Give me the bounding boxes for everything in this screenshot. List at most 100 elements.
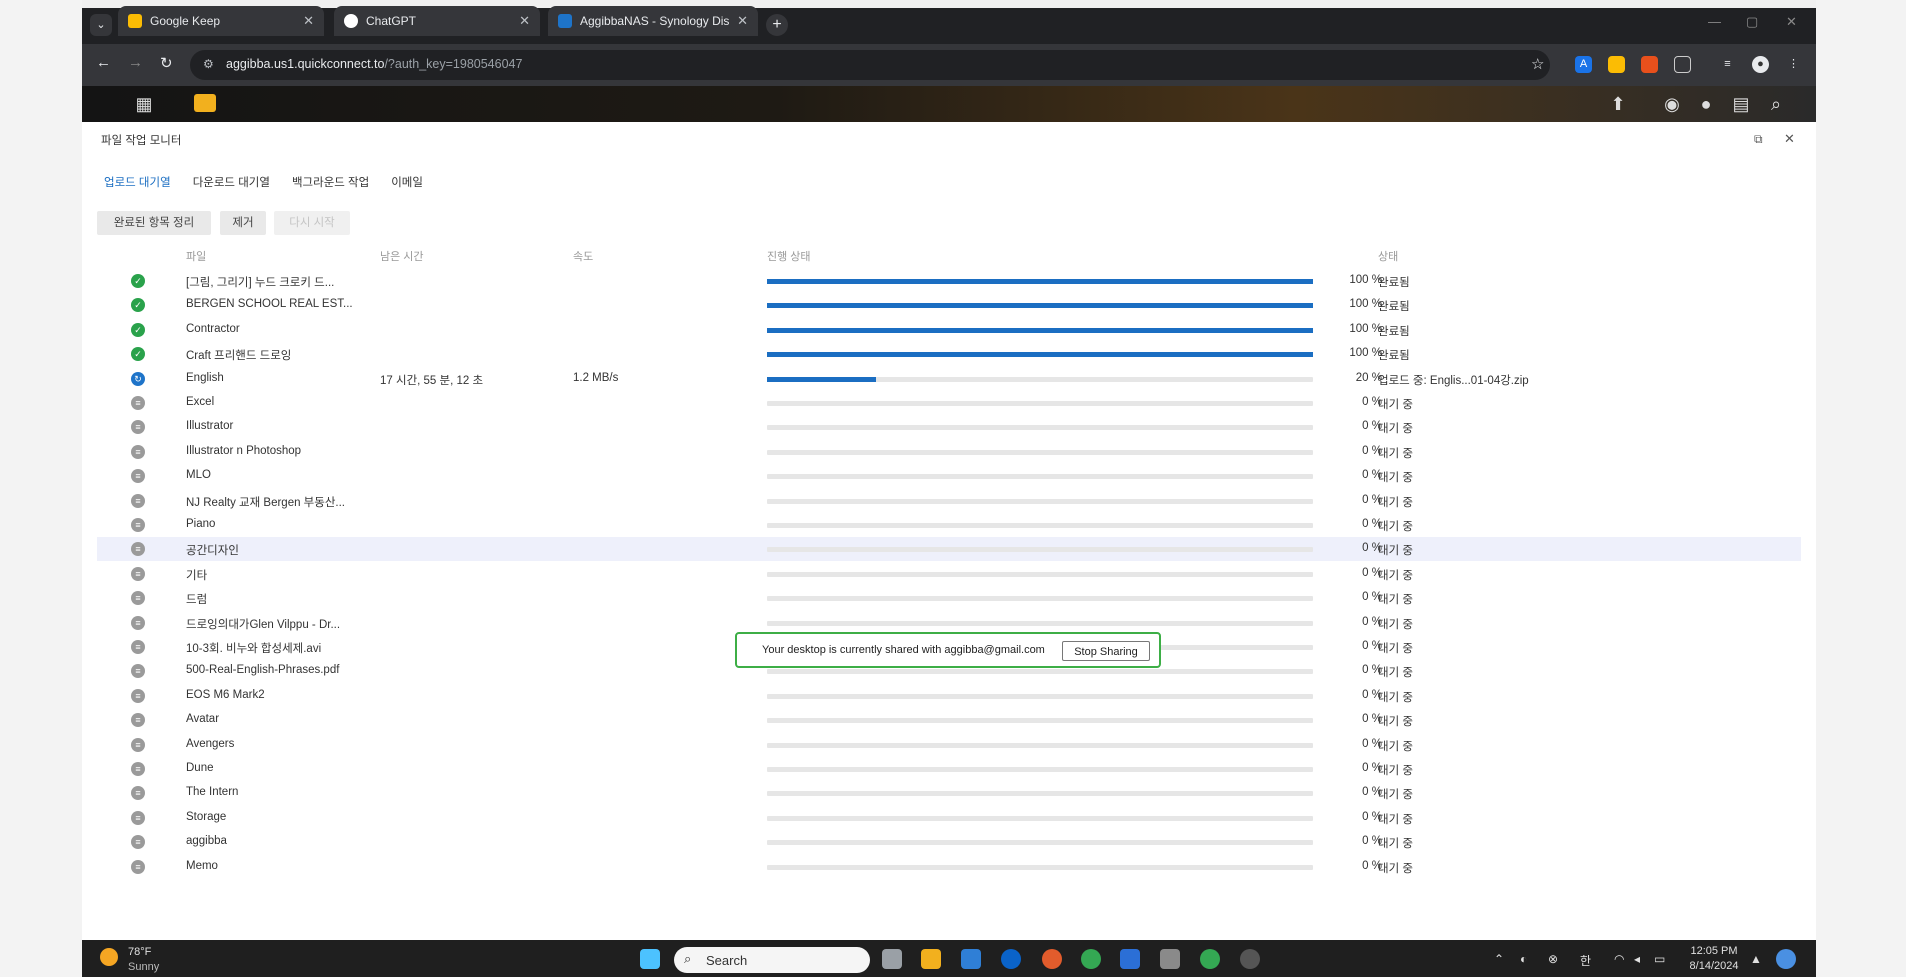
table-row[interactable]: ≡ MLO 0 % 대기 중 [97, 464, 1801, 488]
maximize-icon[interactable]: ▢ [1746, 14, 1758, 30]
profile-avatar[interactable]: ● [1752, 56, 1769, 73]
new-tab-button[interactable]: + [766, 14, 788, 36]
restore-icon[interactable]: ⧉ [1754, 132, 1763, 147]
chrome-icon[interactable] [1081, 949, 1101, 969]
tab-email[interactable]: 이메일 [391, 174, 423, 190]
app-icon[interactable] [1001, 949, 1021, 969]
window-close-icon[interactable]: ✕ [1786, 14, 1797, 30]
back-icon[interactable]: ← [96, 54, 111, 71]
ime-indicator[interactable]: 한 [1580, 952, 1591, 969]
user-icon[interactable]: ● [1694, 92, 1718, 116]
notification-icon[interactable]: ◉ [1660, 92, 1684, 116]
todo-icon[interactable] [1120, 949, 1140, 969]
column-time-left[interactable]: 남은 시간 [380, 248, 424, 264]
app-icon[interactable] [961, 949, 981, 969]
table-row[interactable]: ✓ Craft 프리핸드 드로잉 100 % 완료됨 [97, 342, 1801, 366]
table-row[interactable]: ≡ 드로잉의대가Glen Vilppu - Dr... 0 % 대기 중 [97, 611, 1801, 635]
table-row[interactable]: ≡ Illustrator n Photoshop 0 % 대기 중 [97, 440, 1801, 464]
table-row[interactable]: ≡ Memo 0 % 대기 중 [97, 855, 1801, 879]
widgets-icon[interactable]: ▤ [1729, 92, 1753, 116]
close-icon[interactable]: ✕ [519, 13, 530, 29]
table-row[interactable]: ≡ Excel 0 % 대기 중 [97, 391, 1801, 415]
main-menu-icon[interactable]: ▦ [132, 92, 156, 116]
file-station-icon[interactable] [194, 94, 216, 112]
tab-synology[interactable]: AggibbaNAS - Synology DiskSta ✕ [548, 6, 758, 36]
notification-bell-icon[interactable]: ▲ [1750, 952, 1762, 966]
table-row[interactable]: ✓ BERGEN SCHOOL REAL EST... 100 % 완료됨 [97, 293, 1801, 317]
clear-completed-button[interactable]: 완료된 항목 정리 [97, 211, 211, 235]
table-row[interactable]: ≡ 기타 0 % 대기 중 [97, 562, 1801, 586]
tab-background-tasks[interactable]: 백그라운드 작업 [292, 174, 369, 190]
forward-icon[interactable]: → [128, 54, 143, 71]
site-info-icon[interactable]: ⚙ [203, 57, 214, 71]
column-file[interactable]: 파일 [186, 248, 206, 264]
column-status[interactable]: 상태 [1378, 248, 1398, 264]
app-icon[interactable] [1160, 949, 1180, 969]
table-row[interactable]: ≡ Storage 0 % 대기 중 [97, 806, 1801, 830]
column-speed[interactable]: 속도 [573, 248, 593, 264]
upload-icon[interactable]: ⬆ [1606, 92, 1630, 116]
stop-sharing-button[interactable]: Stop Sharing [1062, 641, 1150, 661]
wifi-icon[interactable]: ◠ [1614, 952, 1624, 966]
tab-download-queue[interactable]: 다운로드 대기열 [193, 174, 270, 190]
status-text: 대기 중 [1378, 496, 1413, 509]
table-row[interactable]: ✓ Contractor 100 % 완료됨 [97, 318, 1801, 342]
table-row[interactable]: ≡ 드럼 0 % 대기 중 [97, 586, 1801, 610]
table-row[interactable]: ≡ Avatar 0 % 대기 중 [97, 708, 1801, 732]
search-icon[interactable]: ⌕ [1764, 92, 1788, 116]
app-icon[interactable] [1042, 949, 1062, 969]
table-row[interactable]: ↻ English 17 시간, 55 분, 12 초 1.2 MB/s 20 % 업로드… [97, 367, 1801, 391]
taskbar-search[interactable] [674, 947, 870, 973]
reading-list-icon[interactable]: ≡ [1719, 56, 1736, 73]
table-row[interactable]: ≡ NJ Realty 교재 Bergen 부동산... 0 % 대기 중 [97, 489, 1801, 513]
chrome-icon[interactable] [1200, 949, 1220, 969]
table-row[interactable]: ≡ EOS M6 Mark2 0 % 대기 중 [97, 684, 1801, 708]
table-row[interactable]: ≡ Avengers 0 % 대기 중 [97, 733, 1801, 757]
tray-chevron-icon[interactable]: ⌃ [1494, 952, 1504, 966]
url-text[interactable]: aggibba.us1.quickconnect.to/?auth_key=19… [226, 57, 522, 71]
tab-chatgpt[interactable]: ChatGPT ✕ [334, 6, 540, 36]
column-progress[interactable]: 진행 상태 [767, 248, 811, 264]
keep-extension-icon[interactable] [1608, 56, 1625, 73]
tab-search-button[interactable]: ⌄ [90, 14, 112, 36]
table-row[interactable]: ≡ aggibba 0 % 대기 중 [97, 830, 1801, 854]
copilot-icon[interactable] [1776, 949, 1796, 969]
task-view-icon[interactable] [882, 949, 902, 969]
close-icon[interactable]: ✕ [1784, 131, 1795, 147]
bookmark-star-icon[interactable]: ☆ [1531, 55, 1544, 73]
keep-icon [128, 14, 142, 28]
table-row[interactable]: ≡ The Intern 0 % 대기 중 [97, 781, 1801, 805]
tab-google-keep[interactable]: Google Keep ✕ [118, 6, 324, 36]
tab-upload-queue[interactable]: 업로드 대기열 [104, 174, 171, 190]
clock-date[interactable]: 8/14/2024 [1684, 960, 1744, 972]
table-row[interactable]: ✓ [그림, 그리기] 누드 크로키 드... 100 % 완료됨 [97, 269, 1801, 293]
close-icon[interactable]: ✕ [303, 13, 314, 29]
menu-icon[interactable]: ⋮ [1785, 56, 1802, 73]
tray-app-icon[interactable]: ◐ [1520, 952, 1527, 966]
extensions-puzzle-icon[interactable] [1674, 56, 1691, 73]
translate-extension-icon[interactable]: A [1575, 56, 1592, 73]
progress-bar [767, 474, 1313, 480]
media-player-icon[interactable] [1240, 949, 1260, 969]
start-icon[interactable] [640, 949, 660, 969]
battery-icon[interactable]: ▭ [1654, 952, 1665, 966]
file-explorer-icon[interactable] [921, 949, 941, 969]
weather-desc[interactable]: Sunny [128, 961, 159, 973]
weather-temp[interactable]: 78°F [128, 946, 151, 958]
file-name: Dune [186, 762, 214, 774]
close-icon[interactable]: ✕ [737, 13, 748, 29]
table-row[interactable]: ≡ Illustrator 0 % 대기 중 [97, 415, 1801, 439]
table-row[interactable]: ≡ 공간디자인 0 % 대기 중 [97, 537, 1801, 562]
volume-icon[interactable]: ◂ [1634, 952, 1640, 966]
minimize-icon[interactable]: — [1708, 14, 1721, 29]
file-name: Memo [186, 859, 218, 872]
tray-close-app-icon[interactable]: ⊗ [1548, 952, 1558, 966]
reload-icon[interactable]: ↻ [160, 54, 173, 72]
extension-icon[interactable] [1641, 56, 1658, 73]
table-row[interactable]: ≡ Piano 0 % 대기 중 [97, 513, 1801, 537]
weather-icon[interactable] [100, 948, 118, 966]
remove-button[interactable]: 제거 [220, 211, 266, 235]
restart-button[interactable]: 다시 시작 [274, 211, 350, 235]
clock-time[interactable]: 12:05 PM [1684, 945, 1744, 957]
table-row[interactable]: ≡ Dune 0 % 대기 중 [97, 757, 1801, 781]
